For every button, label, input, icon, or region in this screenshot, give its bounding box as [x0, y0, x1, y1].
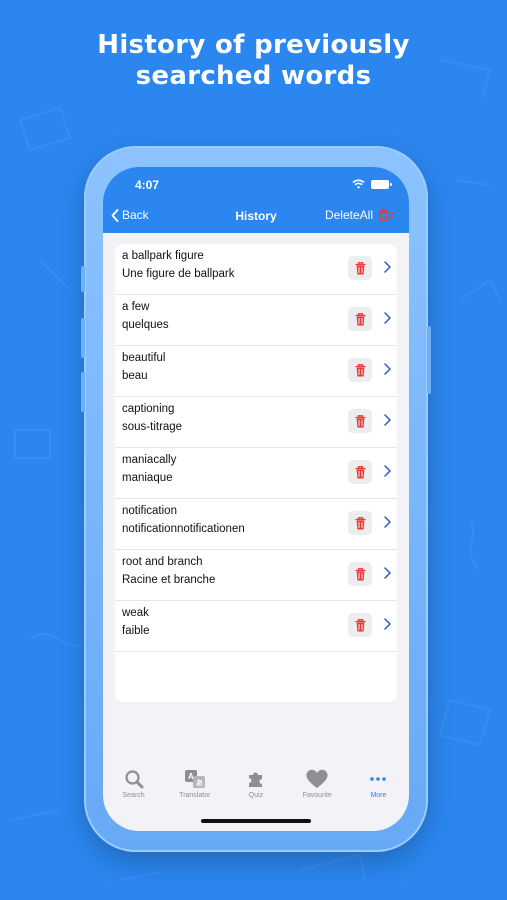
history-list: a ballpark figure Une figure de ballpark…: [115, 244, 397, 702]
history-word: maniacally: [122, 454, 177, 466]
volume-up-button: [81, 318, 85, 358]
trash-icon: [355, 567, 365, 580]
history-translation: faible: [122, 625, 150, 637]
tab-bar: Search A あ Translator Quiz Favourite Mor…: [103, 761, 409, 811]
chevron-right-icon[interactable]: [384, 312, 391, 324]
delete-button[interactable]: [348, 409, 372, 433]
tab-quiz[interactable]: Quiz: [225, 761, 286, 811]
tab-label: More: [370, 792, 387, 799]
chevron-right-icon[interactable]: [384, 465, 391, 477]
tab-label: Favourite: [302, 792, 332, 799]
tab-label: Translator: [179, 792, 211, 799]
delete-button[interactable]: [348, 307, 372, 331]
mute-switch: [81, 266, 85, 292]
history-translation: notificationnotificationen: [122, 523, 245, 535]
chevron-left-icon: [111, 208, 119, 222]
list-item[interactable]: weak faible: [115, 601, 397, 652]
list-item[interactable]: beautiful beau: [115, 346, 397, 397]
delete-all-icon: [379, 208, 394, 222]
history-translation: quelques: [122, 319, 169, 331]
trash-icon: [355, 363, 365, 376]
trash-icon: [355, 312, 365, 325]
chevron-right-icon[interactable]: [384, 414, 391, 426]
heart-icon: [306, 769, 328, 788]
history-translation: Une figure de ballpark: [122, 268, 235, 280]
home-indicator: [201, 819, 311, 823]
delete-button[interactable]: [348, 511, 372, 535]
chevron-right-icon[interactable]: [384, 516, 391, 528]
more-icon: [370, 777, 387, 781]
history-word: root and branch: [122, 556, 203, 568]
delete-button[interactable]: [348, 562, 372, 586]
svg-text:A: A: [188, 772, 194, 781]
delete-button[interactable]: [348, 460, 372, 484]
app-header: 4:07 Back History DeleteAll: [103, 167, 409, 233]
tab-search[interactable]: Search: [103, 761, 164, 811]
tab-translator[interactable]: A あ Translator: [164, 761, 225, 811]
chevron-right-icon[interactable]: [384, 567, 391, 579]
svg-text:あ: あ: [196, 778, 203, 787]
power-button: [427, 326, 431, 394]
delete-button[interactable]: [348, 613, 372, 637]
back-label: Back: [122, 208, 149, 222]
list-item[interactable]: captioning sous-titrage: [115, 397, 397, 448]
puzzle-icon: [249, 772, 262, 787]
headline-line-1: History of previously: [97, 30, 410, 60]
status-time: 4:07: [135, 178, 160, 192]
history-translation: maniaque: [122, 472, 173, 484]
trash-icon: [355, 414, 365, 427]
delete-all-button[interactable]: DeleteAll: [325, 208, 395, 222]
tab-label: Quiz: [248, 792, 264, 799]
trash-icon: [355, 618, 365, 631]
list-item[interactable]: notification notificationnotificationen: [115, 499, 397, 550]
wifi-icon: [352, 179, 365, 189]
tab-label: Search: [122, 792, 145, 799]
history-translation: sous-titrage: [122, 421, 183, 433]
volume-down-button: [81, 372, 85, 412]
delete-button[interactable]: [348, 358, 372, 382]
trash-icon: [355, 465, 365, 478]
chevron-right-icon[interactable]: [384, 618, 391, 630]
delete-button[interactable]: [348, 256, 372, 280]
chevron-right-icon[interactable]: [384, 261, 391, 273]
tab-favourite[interactable]: Favourite: [287, 761, 348, 811]
back-button[interactable]: Back: [111, 208, 149, 222]
history-translation: beau: [122, 370, 148, 382]
headline: History of previously searched words: [0, 30, 507, 92]
tab-more[interactable]: More: [348, 761, 409, 811]
history-word: notification: [122, 505, 177, 517]
delete-all-label: DeleteAll: [324, 208, 373, 222]
history-word: captioning: [122, 403, 175, 415]
search-icon: [124, 770, 144, 789]
history-word: a few: [122, 301, 150, 313]
history-word: a ballpark figure: [122, 250, 204, 262]
battery-icon: [371, 179, 392, 189]
list-item[interactable]: a few quelques: [115, 295, 397, 346]
headline-line-2: searched words: [135, 61, 372, 91]
phone-screen: 4:07 Back History DeleteAll a ballpark f…: [103, 167, 409, 831]
list-item[interactable]: root and branch Racine et branche: [115, 550, 397, 601]
trash-icon: [355, 516, 365, 529]
history-word: beautiful: [122, 352, 166, 364]
trash-icon: [355, 261, 365, 274]
status-icons: [352, 179, 392, 189]
translator-icon: A あ: [184, 770, 205, 788]
history-translation: Racine et branche: [122, 574, 216, 586]
list-item[interactable]: maniacally maniaque: [115, 448, 397, 499]
history-word: weak: [122, 607, 149, 619]
chevron-right-icon[interactable]: [384, 363, 391, 375]
list-item[interactable]: a ballpark figure Une figure de ballpark: [115, 244, 397, 295]
